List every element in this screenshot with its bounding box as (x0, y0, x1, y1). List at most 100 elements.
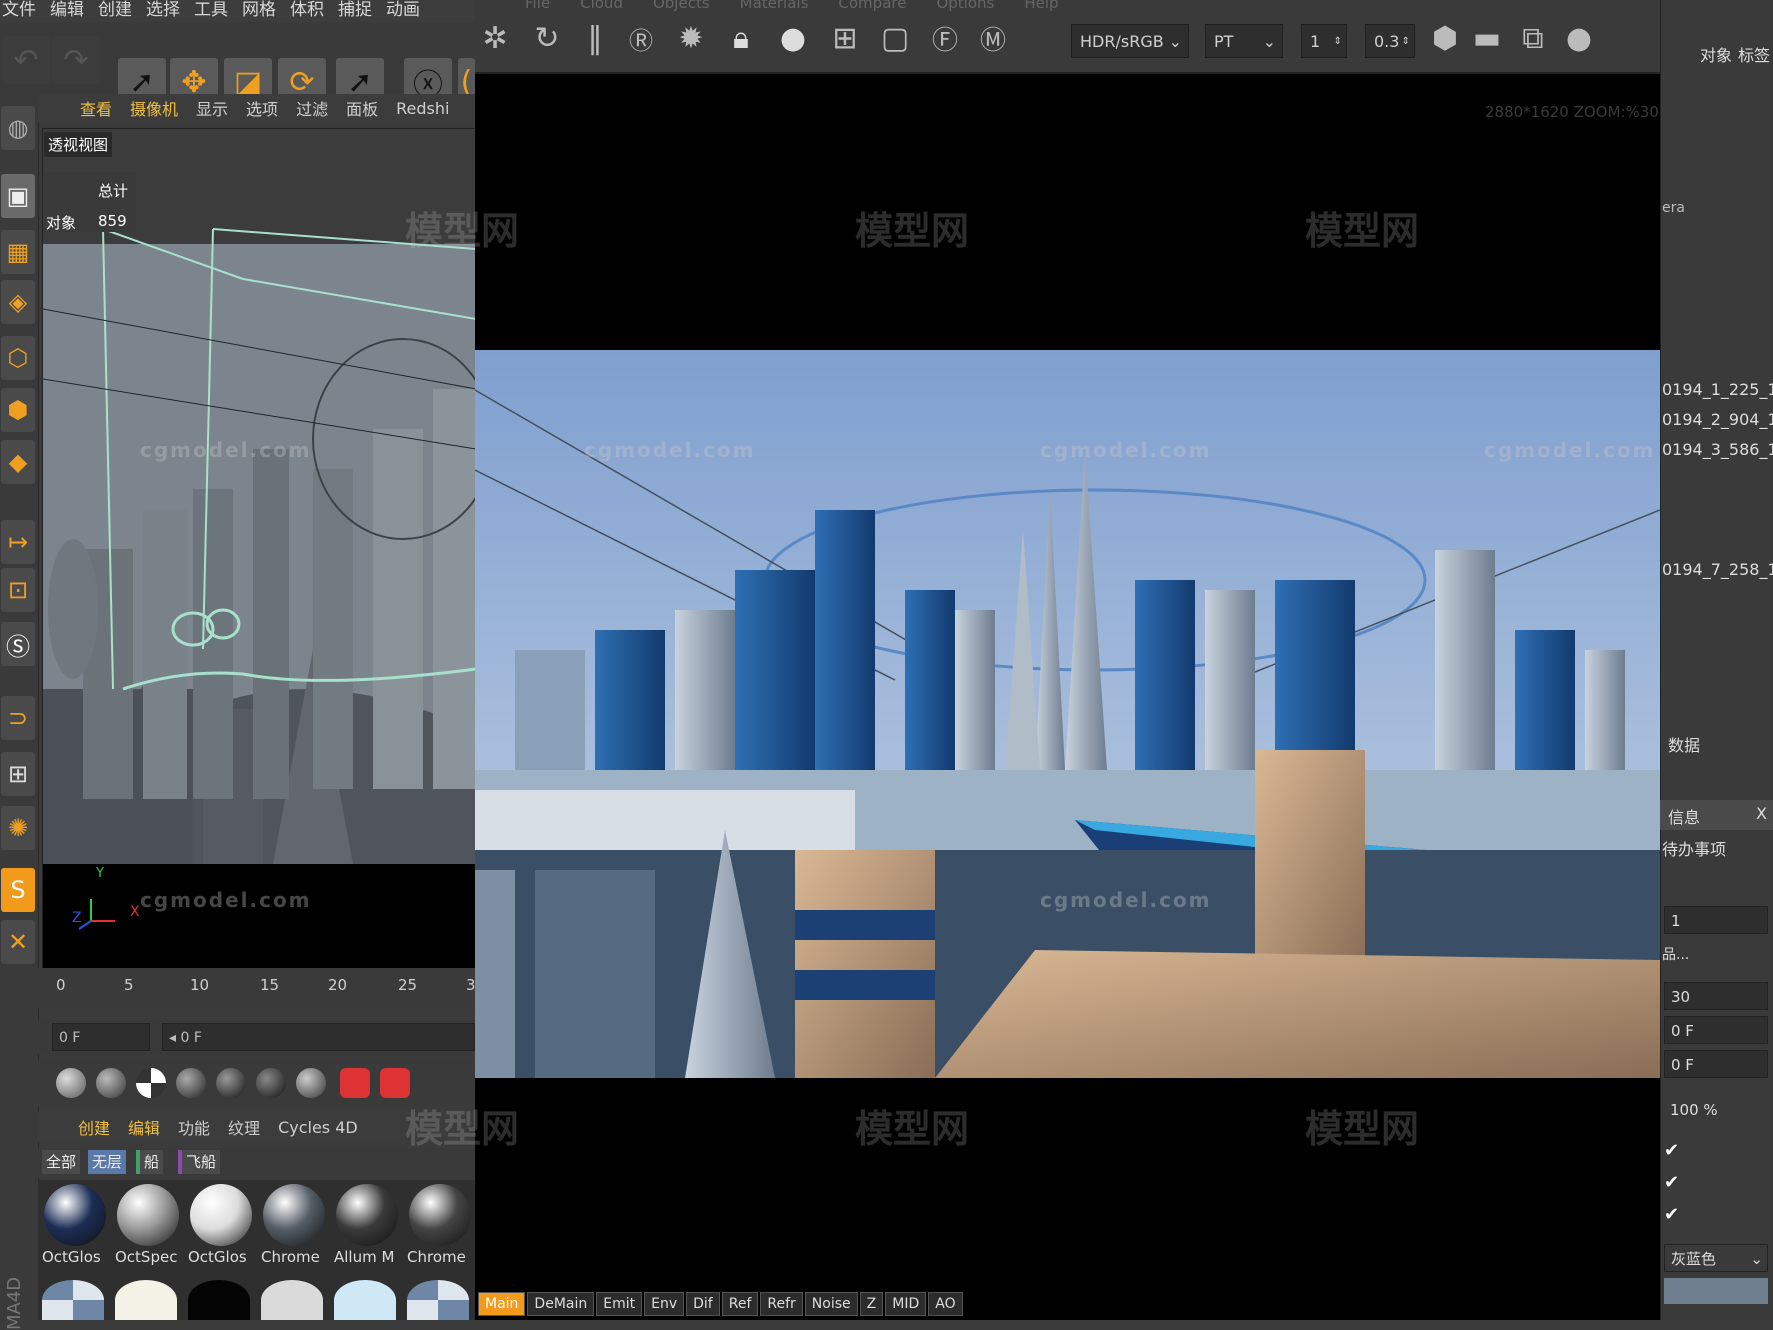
edges-mode-icon[interactable]: ⬢ (1, 388, 35, 432)
object-item[interactable]: 0194_3_586_1 (1662, 440, 1773, 459)
frame-a-field[interactable]: 0 F (1664, 1016, 1768, 1044)
material-pick-icon[interactable]: Ⓜ (975, 20, 1011, 56)
vp-menu-filter[interactable]: 过滤 (296, 96, 328, 120)
send-scene-icon[interactable]: ✲ (477, 20, 513, 56)
tab-todo[interactable]: 待办事项 (1662, 836, 1726, 860)
menu-file[interactable]: 文件 (2, 0, 36, 22)
restart-render-icon[interactable]: ↻ (529, 20, 565, 56)
snap-icon[interactable]: Ⓢ (1, 622, 35, 666)
axis-icon[interactable]: ↦ (1, 520, 35, 564)
current-frame-field[interactable]: 0 F (52, 1023, 150, 1051)
filter-no-layer[interactable]: 无层 (88, 1150, 127, 1174)
material-swatch[interactable] (334, 1280, 396, 1320)
tab-tags[interactable]: 标签 (1738, 42, 1770, 66)
blend-material-icon[interactable] (296, 1068, 326, 1098)
material-ball-icon[interactable] (96, 1068, 126, 1098)
oct-menu-cloud[interactable]: Cloud (580, 0, 623, 12)
pass-tab-dif[interactable]: Dif (686, 1292, 720, 1316)
vp-menu-redshift[interactable]: Redshi (396, 99, 449, 118)
pass-tab-refr[interactable]: Refr (760, 1292, 803, 1316)
object-item[interactable]: 0194_7_258_1 (1662, 560, 1773, 579)
region-render-icon[interactable]: Ⓡ (623, 20, 659, 56)
kernel-select[interactable]: PT ⌄ (1205, 24, 1283, 58)
oct-menu-compare[interactable]: Compare (838, 0, 906, 12)
menu-create[interactable]: 创建 (98, 0, 132, 22)
filter-ship[interactable]: 船 (136, 1150, 164, 1174)
frame-slider[interactable]: ◂ 0 F (162, 1023, 475, 1051)
clay-mode-icon[interactable]: ● (775, 20, 811, 56)
vp-menu-view[interactable]: 查看 (80, 96, 112, 120)
vp-menu-camera[interactable]: 摄像机 (130, 96, 178, 120)
tab-objects[interactable]: 对象 (1700, 42, 1732, 66)
workplane-icon[interactable]: ◈ (1, 280, 35, 324)
mat-menu-edit[interactable]: 编辑 (128, 1115, 160, 1139)
pass-tab-demain[interactable]: DeMain (527, 1292, 595, 1316)
menu-snap[interactable]: 捕捉 (338, 0, 372, 22)
checkbox-checked[interactable]: ✔ (1664, 1204, 1679, 1225)
pass-tab-emit[interactable]: Emit (596, 1292, 643, 1316)
filter-spaceship[interactable]: 飞船 (178, 1150, 221, 1174)
film-region-icon[interactable]: ▢ (877, 20, 913, 56)
object-item[interactable]: 0194_1_225_1 (1662, 380, 1773, 399)
material-swatch[interactable] (42, 1280, 104, 1320)
tab-info-x[interactable]: X (1756, 804, 1767, 823)
mat-menu-function[interactable]: 功能 (178, 1115, 210, 1139)
menu-edit[interactable]: 编辑 (50, 0, 84, 22)
value2-stepper[interactable]: 0.3 ⇕ (1365, 24, 1415, 58)
hexagon-icon[interactable]: ⬢ (1427, 20, 1463, 56)
pass-tab-main[interactable]: Main (478, 1292, 526, 1316)
globe-icon[interactable]: ◍ (1, 106, 35, 150)
menu-select[interactable]: 选择 (146, 0, 180, 22)
camera-icon[interactable]: ⧉ (1515, 20, 1551, 56)
menu-animate[interactable]: 动画 (386, 0, 420, 22)
undo-icon[interactable]: ↶ (2, 36, 50, 84)
red-hexagon-icon[interactable] (380, 1068, 410, 1098)
material-item[interactable]: Allum M (334, 1182, 400, 1266)
value1-stepper[interactable]: 1 ⇕ (1301, 24, 1347, 58)
tab-info[interactable]: 信息 (1668, 804, 1700, 828)
mat-menu-texture[interactable]: 纹理 (228, 1115, 260, 1139)
menu-volume[interactable]: 体积 (290, 0, 324, 22)
add-region-icon[interactable]: ⊞ (827, 20, 863, 56)
vp-menu-panel[interactable]: 面板 (346, 96, 378, 120)
color-swatch[interactable] (1664, 1278, 1768, 1304)
material-item[interactable]: OctGlos (42, 1182, 108, 1266)
model-mode-icon[interactable]: ▣ (1, 174, 35, 218)
material-item[interactable]: OctSpec (115, 1182, 181, 1266)
lock-grid-icon[interactable]: ⊞ (1, 752, 35, 796)
polygons-mode-icon[interactable]: ◆ (1, 440, 35, 484)
material-ball-icon[interactable] (216, 1068, 246, 1098)
material-item[interactable]: Chrome (407, 1182, 473, 1266)
material-swatch[interactable] (407, 1280, 469, 1320)
rectangle-icon[interactable]: ▬ (1469, 20, 1505, 56)
material-swatch[interactable] (188, 1280, 250, 1320)
settings-gear-icon[interactable]: ✹ (673, 20, 709, 56)
mat-menu-create[interactable]: 创建 (78, 1115, 110, 1139)
vp-menu-display[interactable]: 显示 (196, 96, 228, 120)
sculpt-icon[interactable]: ✺ (1, 806, 35, 850)
red-hexagon-icon[interactable] (340, 1068, 370, 1098)
oct-menu-options[interactable]: Options (936, 0, 994, 12)
oct-menu-materials[interactable]: Materials (740, 0, 809, 12)
frame-b-field[interactable]: 0 F (1664, 1050, 1768, 1078)
filter-all[interactable]: 全部 (42, 1150, 81, 1174)
mat-menu-cycles[interactable]: Cycles 4D (278, 1118, 358, 1137)
material-ball-icon[interactable] (56, 1068, 86, 1098)
magnet-icon[interactable]: ⊃ (1, 696, 35, 740)
cross-icon[interactable]: ✕ (1, 920, 35, 964)
pass-tab-noise[interactable]: Noise (804, 1292, 858, 1316)
focus-pick-icon[interactable]: Ⓕ (927, 20, 963, 56)
checkbox-checked[interactable]: ✔ (1664, 1140, 1679, 1161)
material-item[interactable]: OctGlos (188, 1182, 254, 1266)
field-1[interactable]: 1 (1664, 906, 1768, 934)
sphere-icon[interactable]: ● (1561, 20, 1597, 56)
points-mode-icon[interactable]: ⬡ (1, 336, 35, 380)
vp-menu-options[interactable]: 选项 (246, 96, 278, 120)
material-swatch[interactable] (115, 1280, 177, 1320)
oct-menu-file[interactable]: File (525, 0, 550, 12)
pause-icon[interactable]: ‖ (577, 20, 613, 56)
menu-mesh[interactable]: 网格 (242, 0, 276, 22)
oct-menu-help[interactable]: Help (1024, 0, 1058, 12)
color-select[interactable]: 灰蓝色 ⌄ (1664, 1244, 1768, 1272)
s-plugin-icon[interactable]: S (1, 868, 35, 912)
